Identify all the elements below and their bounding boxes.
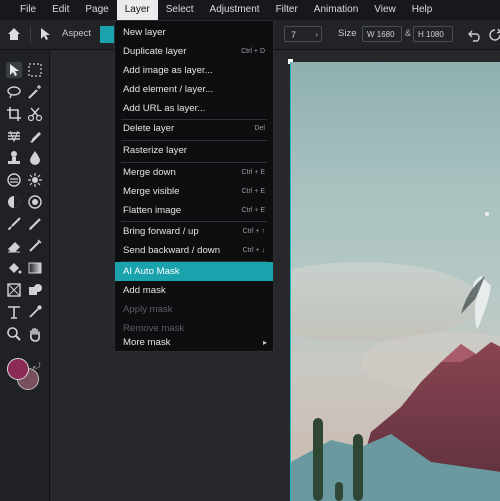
canvas[interactable] [290, 62, 500, 501]
menu-item-flatten-image[interactable]: Flatten image Ctrl + E [115, 201, 273, 220]
menu-adjustment[interactable]: Adjustment [202, 0, 268, 20]
menu-layer[interactable]: Layer [116, 0, 158, 20]
undo-icon[interactable] [468, 28, 482, 42]
slice-icon[interactable] [27, 106, 43, 122]
bucket-icon[interactable] [6, 260, 22, 276]
heal-icon[interactable] [6, 128, 22, 144]
menu-item-bring-forward[interactable]: Bring forward / up Ctrl + ↑ [115, 222, 273, 241]
stamp-icon[interactable] [6, 150, 22, 166]
pencil-icon[interactable] [27, 216, 43, 232]
gradient-icon[interactable] [27, 260, 43, 276]
menu-file[interactable]: File [12, 0, 44, 20]
number-field-value: 7 [291, 30, 297, 40]
text-icon[interactable] [6, 304, 22, 320]
menu-item-label: Rasterize layer [123, 145, 187, 156]
menu-item-label: More mask [123, 337, 171, 348]
replace-color-icon[interactable] [27, 238, 43, 254]
menu-item-more-mask[interactable]: More mask ▸ [115, 333, 273, 352]
menu-filter[interactable]: Filter [268, 0, 306, 20]
move-tool-icon[interactable] [38, 27, 52, 41]
eraser-icon[interactable] [6, 238, 22, 254]
height-field[interactable]: H 1080 [413, 26, 453, 42]
menu-view[interactable]: View [366, 0, 404, 20]
menu-item-shortcut: Ctrl + E [241, 169, 265, 176]
menu-bar: File Edit Page Layer Select Adjustment F… [0, 0, 500, 20]
brush-icon[interactable] [6, 216, 22, 232]
menu-item-shortcut: Ctrl + E [241, 188, 265, 195]
crop-icon[interactable] [6, 106, 22, 122]
marquee-icon[interactable] [27, 62, 43, 78]
pen-icon[interactable] [27, 128, 43, 144]
menu-item-duplicate-layer[interactable]: Duplicate layer Ctrl + D [115, 42, 273, 61]
hand-icon[interactable] [27, 326, 43, 342]
drop-icon[interactable] [27, 150, 43, 166]
menu-item-label: Add element / layer... [123, 84, 214, 95]
menu-item-add-image-as-layer[interactable]: Add image as layer... [115, 61, 273, 80]
width-field[interactable]: W 1680 [362, 26, 402, 42]
zoom-icon[interactable] [6, 326, 22, 342]
menu-item-label: Flatten image [123, 205, 182, 216]
menu-item-label: Add URL as layer... [123, 103, 206, 114]
sharpen-icon[interactable] [27, 172, 43, 188]
menu-item-add-mask[interactable]: Add mask [115, 281, 273, 300]
menu-select[interactable]: Select [158, 0, 202, 20]
layer-menu: New layer Duplicate layer Ctrl + D Add im… [114, 20, 274, 352]
menu-item-label: Duplicate layer [123, 46, 187, 57]
reset-icon[interactable] [488, 28, 500, 42]
foreground-color-swatch[interactable] [7, 358, 29, 380]
blur-icon[interactable] [6, 172, 22, 188]
frame-icon[interactable] [6, 282, 22, 298]
menu-item-label: AI Auto Mask [123, 266, 180, 277]
menu-item-ai-auto-mask[interactable]: AI Auto Mask [115, 262, 273, 281]
menu-edit[interactable]: Edit [44, 0, 77, 20]
menu-item-label: Merge visible [123, 186, 180, 197]
menu-item-send-backward[interactable]: Send backward / down Ctrl + ↓ [115, 241, 273, 260]
move-icon[interactable] [6, 62, 22, 78]
menu-item-merge-down[interactable]: Merge down Ctrl + E [115, 163, 273, 182]
swap-colors-icon[interactable]: ⤾ [33, 361, 41, 372]
menu-item-label: Merge down [123, 167, 176, 178]
aspect-select[interactable] [100, 26, 114, 43]
menu-item-label: Send backward / down [123, 245, 221, 256]
menu-item-shortcut: Ctrl + D [241, 48, 265, 55]
menu-item-shortcut: Ctrl + ↑ [242, 228, 265, 235]
menu-item-shortcut: Ctrl + E [241, 207, 265, 214]
menu-item-shortcut: Ctrl + ↓ [242, 247, 265, 254]
menu-item-label: Add mask [123, 285, 166, 296]
menu-animation[interactable]: Animation [306, 0, 366, 20]
menu-item-shortcut: Del [254, 125, 265, 132]
menu-item-delete-layer[interactable]: Delete layer Del [115, 119, 273, 138]
dodge-icon[interactable] [6, 194, 22, 210]
number-field[interactable]: 7 › [284, 26, 322, 42]
menu-item-add-url-as-layer[interactable]: Add URL as layer... [115, 99, 273, 118]
menu-item-rasterize-layer[interactable]: Rasterize layer [115, 141, 273, 160]
shape-icon[interactable] [27, 282, 43, 298]
menu-item-label: Delete layer [123, 123, 175, 134]
aspect-label: Aspect [62, 28, 92, 39]
chevron-right-icon: › [315, 30, 318, 39]
menu-item-apply-mask: Apply mask [115, 300, 273, 319]
wand-icon[interactable] [27, 84, 43, 100]
menu-item-add-element[interactable]: Add element / layer... [115, 80, 273, 99]
canvas-image [291, 212, 500, 501]
menu-help[interactable]: Help [404, 0, 441, 20]
sponge-icon[interactable] [27, 194, 43, 210]
lasso-icon[interactable] [6, 84, 22, 100]
menu-item-label: New layer [123, 27, 166, 38]
menu-page[interactable]: Page [77, 0, 116, 20]
chevron-right-icon: ▸ [262, 338, 267, 347]
menu-item-label: Apply mask [123, 304, 173, 315]
eyedropper-icon[interactable] [27, 304, 43, 320]
options-divider [30, 26, 31, 44]
size-label: Size [338, 28, 357, 39]
tool-palette: ⤾ [0, 50, 50, 501]
menu-item-label: Bring forward / up [123, 226, 199, 237]
menu-item-new-layer[interactable]: New layer [115, 23, 273, 42]
menu-item-merge-visible[interactable]: Merge visible Ctrl + E [115, 182, 273, 201]
home-icon[interactable] [6, 26, 22, 42]
link-icon[interactable]: & [405, 28, 411, 38]
menu-item-label: Add image as layer... [123, 65, 213, 76]
